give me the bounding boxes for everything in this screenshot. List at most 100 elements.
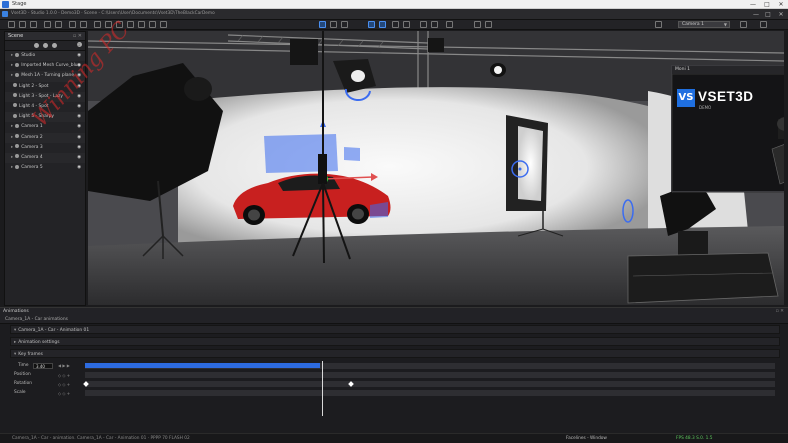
visibility-eye-icon[interactable]: ◉: [77, 102, 81, 112]
play-icon[interactable]: [420, 21, 427, 28]
visibility-eye-icon[interactable]: ◉: [77, 51, 81, 61]
track-rotation-controls[interactable]: ◇ ◇ +: [58, 382, 70, 387]
redo-icon[interactable]: [55, 21, 62, 28]
layout-icon[interactable]: [94, 21, 101, 28]
main-close-button[interactable]: ✕: [775, 9, 787, 20]
object-type-icon: [15, 52, 20, 57]
scene-tree-item-label: Light 4 - Spot: [19, 103, 49, 109]
scene-tree-item[interactable]: Light 4 - Spot ◉: [5, 102, 85, 112]
link-icon[interactable]: [446, 21, 453, 28]
track-scale[interactable]: [85, 390, 775, 396]
outer-window-title: Stage: [12, 1, 27, 7]
camera-icon[interactable]: [116, 21, 123, 28]
open-scene-icon[interactable]: [19, 21, 26, 28]
time-progress-bar: [85, 363, 320, 368]
expand-arrow-icon[interactable]: ▸: [11, 63, 13, 68]
expand-arrow-icon[interactable]: ▸: [11, 165, 13, 170]
fullscreen-icon[interactable]: [485, 21, 492, 28]
playhead[interactable]: [322, 361, 323, 416]
panel-close-icon[interactable]: ▫ ✕: [73, 32, 82, 41]
scene-tree-item[interactable]: ▸ Camera 2 ◉: [5, 132, 85, 143]
record-icon[interactable]: [431, 21, 438, 28]
scene-tree-item[interactable]: Light 2 - Spot ◉: [5, 82, 85, 92]
time-playback-controls[interactable]: ◀ ▶ ▶: [58, 363, 70, 368]
minimize-button[interactable]: —: [746, 0, 760, 9]
track-scale-controls[interactable]: ◇ ◇ +: [58, 391, 70, 396]
visibility-eye-icon[interactable]: ◉: [77, 92, 81, 102]
new-scene-icon[interactable]: [8, 21, 15, 28]
3d-viewport[interactable]: Moni 1 ▫ ✕ VS VSET3D DEMO: [88, 31, 784, 305]
scene-tree-item[interactable]: ▸ Mesh 1A - Turning plane ◉: [5, 71, 85, 82]
status-left: Camera_1A - Car - animation. Camera_1A -…: [12, 436, 190, 441]
track-position[interactable]: [85, 372, 775, 378]
visibility-eye-icon[interactable]: ◉: [77, 143, 81, 153]
wireframe-icon[interactable]: [403, 21, 410, 28]
expand-arrow-icon[interactable]: ▸: [11, 73, 13, 78]
add-object-icon[interactable]: [34, 43, 39, 48]
main-maximize-button[interactable]: □: [762, 9, 774, 20]
scene-tree: ▸ Studio ◉ ▸ Imported Mesh Curve_blue ◉ ▸ Mesh …: [5, 51, 85, 173]
object-type-icon: [15, 123, 20, 128]
close-button[interactable]: ✕: [774, 0, 788, 9]
grid-icon[interactable]: [392, 21, 399, 28]
scene-tree-item[interactable]: ▸ Camera 4 ◉: [5, 152, 85, 164]
render-icon[interactable]: [149, 21, 156, 28]
scene-tree-item[interactable]: ▸ Camera 1 ◉: [5, 122, 85, 132]
snap-icon[interactable]: [368, 21, 375, 28]
import-icon[interactable]: [69, 21, 76, 28]
expand-icon[interactable]: ▾: [14, 352, 16, 357]
visibility-eye-icon[interactable]: ◉: [77, 133, 81, 143]
light-icon[interactable]: [105, 21, 112, 28]
expand-icon[interactable]: ▸: [14, 340, 16, 345]
visibility-eye-icon[interactable]: ◉: [77, 71, 81, 81]
scene-tree-item[interactable]: Light 3 - Spot - Lazy ◉: [5, 91, 85, 102]
animation-entry-row[interactable]: ▾ Camera_1A - Car - Animation 01: [10, 325, 780, 334]
scale-tool-icon[interactable]: [341, 21, 348, 28]
scene-tree-item[interactable]: ▸ Camera 5 ◉: [5, 163, 85, 173]
camera-settings-icon[interactable]: [740, 21, 747, 28]
monitor-preview-panel[interactable]: Moni 1 ▫ ✕ VS VSET3D DEMO: [671, 65, 784, 193]
time-input[interactable]: 3.40: [33, 363, 53, 369]
visibility-eye-icon[interactable]: ◉: [77, 153, 81, 163]
visibility-eye-icon[interactable]: ◉: [77, 112, 81, 122]
animation-settings-row[interactable]: ▸ Animation settings: [10, 337, 780, 346]
save-icon[interactable]: [30, 21, 37, 28]
settings-icon[interactable]: [160, 21, 167, 28]
scene-tree-item[interactable]: ▸ Imported Mesh Curve_blue ◉: [5, 61, 85, 71]
expand-arrow-icon[interactable]: ▸: [11, 155, 13, 160]
add-camera-icon[interactable]: [52, 43, 57, 48]
layout-toggle-icon[interactable]: [760, 21, 767, 28]
scene-tree-item[interactable]: ▸ Camera 3 ◉: [5, 143, 85, 153]
camera-view-icon[interactable]: [655, 21, 662, 28]
rotate-tool-icon[interactable]: [330, 21, 337, 28]
animations-panel-close-icon[interactable]: ▫ ✕: [776, 308, 784, 316]
scene-tree-item-label: Light 3 - Spot - Lazy: [19, 93, 63, 99]
key-frames-row[interactable]: ▾ Key frames: [10, 349, 780, 358]
track-rotation[interactable]: [85, 381, 775, 387]
track-position-controls[interactable]: ◇ ◇ +: [58, 373, 70, 378]
maximize-button[interactable]: □: [760, 0, 774, 9]
scene-tree-item[interactable]: Light 5 - Sharpy ◉: [5, 112, 85, 123]
collapse-icon[interactable]: ▫: [77, 42, 82, 48]
expand-arrow-icon[interactable]: ▸: [11, 53, 13, 58]
material-icon[interactable]: [138, 21, 145, 28]
scene-panel-icon-bar: ▫: [5, 41, 85, 51]
visibility-eye-icon[interactable]: ◉: [77, 163, 81, 173]
expand-arrow-icon[interactable]: ▸: [11, 145, 13, 150]
undo-icon[interactable]: [44, 21, 51, 28]
visibility-eye-icon[interactable]: ◉: [77, 61, 81, 71]
local-space-icon[interactable]: [379, 21, 386, 28]
move-tool-icon[interactable]: [319, 21, 326, 28]
expand-icon[interactable]: ▾: [14, 328, 16, 333]
expand-arrow-icon[interactable]: ▸: [11, 124, 13, 129]
export-icon[interactable]: [80, 21, 87, 28]
visibility-eye-icon[interactable]: ◉: [77, 82, 81, 92]
scene-tree-item[interactable]: ▸ Studio ◉: [5, 51, 85, 62]
expand-arrow-icon[interactable]: ▸: [11, 135, 13, 140]
main-minimize-button[interactable]: —: [750, 9, 762, 20]
camera-select[interactable]: Camera 1 ▼: [678, 21, 730, 28]
visibility-eye-icon[interactable]: ◉: [77, 122, 81, 132]
monitor-icon[interactable]: [474, 21, 481, 28]
add-light-icon[interactable]: [43, 43, 48, 48]
mesh-icon[interactable]: [127, 21, 134, 28]
